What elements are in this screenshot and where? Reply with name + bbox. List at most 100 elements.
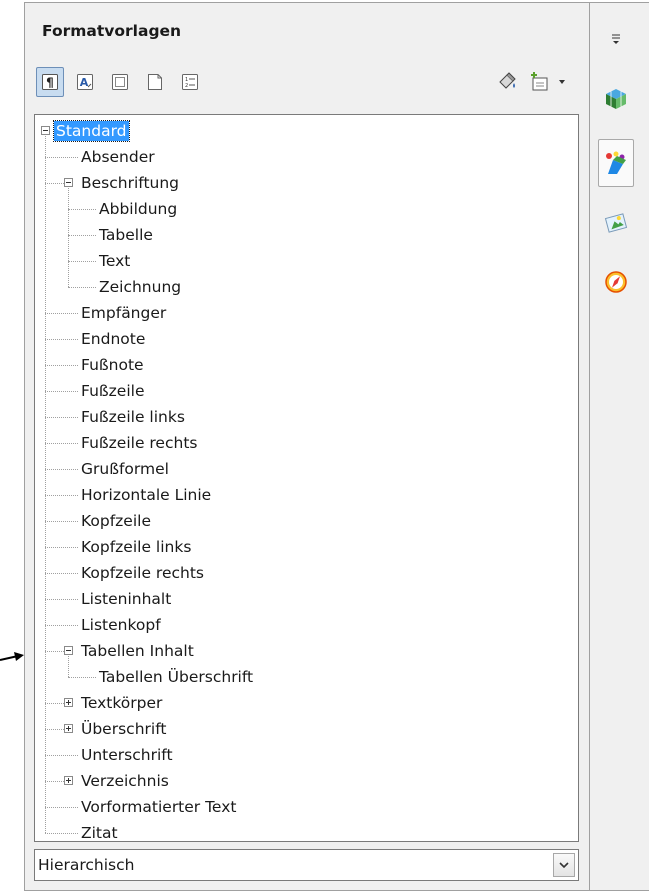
style-item-tabellen-inhalt[interactable]: Tabellen Inhalt [79,638,196,664]
dropdown-arrow-icon [559,80,565,84]
tree-connector [45,417,78,418]
style-item-ueberschrift[interactable]: Überschrift [79,716,168,742]
collapse-icon[interactable] [64,646,73,655]
style-item-label: Fußzeile links [81,408,185,426]
style-item-label: Listenkopf [81,616,161,634]
style-tree[interactable]: Standard Absender Beschriftung Abbildung Tab… [34,114,579,842]
navigator-compass-icon [605,271,627,293]
style-item-beschriftung[interactable]: Beschriftung [79,170,181,196]
gallery-deck-button[interactable] [598,205,634,241]
tree-connector [45,547,78,548]
character-styles-icon: A [77,74,93,90]
tree-connector [45,599,78,600]
style-item-label: Fußnote [81,356,144,374]
style-item-fusszeile[interactable]: Fußzeile [79,378,146,404]
tree-connector [45,703,64,704]
tree-connector [68,188,69,287]
style-item-abbildung[interactable]: Abbildung [97,196,179,222]
style-item-kopfzeile[interactable]: Kopfzeile [79,508,153,534]
tree-connector [45,573,78,574]
sidebar-menu-button[interactable] [598,21,634,57]
style-filter-dropdown-button[interactable] [553,853,575,877]
style-item-kopfzeile-links[interactable]: Kopfzeile links [79,534,193,560]
character-styles-button[interactable]: A [71,67,99,97]
style-item-label: Kopfzeile [81,512,151,530]
style-item-label: Zitat [81,824,118,842]
expand-icon[interactable] [64,776,73,785]
properties-deck-button[interactable] [598,81,634,117]
tree-connector [68,677,96,678]
tree-connector [45,651,64,652]
expand-icon[interactable] [64,698,73,707]
style-item-label: Vorformatierter Text [81,798,237,816]
style-item-unterschrift[interactable]: Unterschrift [79,742,175,768]
page-styles-button[interactable] [141,67,169,97]
paragraph-styles-icon: ¶ [42,74,58,90]
style-item-grussformel[interactable]: Grußformel [79,456,171,482]
style-item-fusszeile-links[interactable]: Fußzeile links [79,404,187,430]
sidebar-menu-icon [612,34,620,44]
style-item-listenkopf[interactable]: Listenkopf [79,612,163,638]
properties-cube-icon [606,89,626,109]
style-item-tabellen-ueberschrift[interactable]: Tabellen Überschrift [97,664,255,690]
paragraph-styles-button[interactable]: ¶ [36,67,64,97]
style-item-textkoerper[interactable]: Textkörper [79,690,164,716]
style-item-label: Fußzeile rechts [81,434,198,452]
tree-connector [45,625,78,626]
style-filter-select[interactable]: Hierarchisch [34,849,579,881]
style-item-label: Fußzeile [81,382,145,400]
style-item-listeninhalt[interactable]: Listeninhalt [79,586,173,612]
tree-connector [45,521,78,522]
style-item-zeichnung[interactable]: Zeichnung [97,274,183,300]
style-item-verzeichnis[interactable]: Verzeichnis [79,768,171,794]
new-style-button[interactable] [525,67,555,97]
style-item-label: Tabellen Inhalt [81,642,194,660]
list-styles-button[interactable]: 1 2 [176,67,204,97]
tree-connector [45,157,78,158]
style-item-empfaenger[interactable]: Empfänger [79,300,168,326]
tree-connector [45,807,78,808]
style-item-label: Absender [81,148,155,166]
svg-text:2: 2 [185,83,188,89]
style-item-label: Beschriftung [81,174,180,192]
tree-connector [45,443,78,444]
tree-connector [45,339,78,340]
svg-text:¶: ¶ [46,76,54,90]
style-item-kopfzeile-rechts[interactable]: Kopfzeile rechts [79,560,206,586]
style-filter-value: Hierarchisch [38,856,135,874]
navigator-deck-button[interactable] [598,264,634,300]
style-item-label: Überschrift [81,720,167,738]
style-item-fussnote[interactable]: Fußnote [79,352,146,378]
expand-icon[interactable] [64,724,73,733]
chevron-down-icon [559,861,569,868]
style-item-label: Abbildung [99,200,178,218]
fill-format-mode-button[interactable] [493,67,523,97]
style-item-zitat[interactable]: Zitat [79,820,120,842]
tree-connector [45,729,64,730]
style-item-label: Verzeichnis [81,772,169,790]
styles-deck-button[interactable] [598,139,634,187]
style-item-endnote[interactable]: Endnote [79,326,147,352]
style-item-label: Kopfzeile links [81,538,192,556]
style-item-tabelle[interactable]: Tabelle [97,222,155,248]
style-item-text[interactable]: Text [97,248,132,274]
style-item-label: Empfänger [81,304,167,322]
new-style-dropdown[interactable] [555,67,569,97]
style-item-absender[interactable]: Absender [79,144,157,170]
tree-connector [68,287,96,288]
tree-connector [68,656,69,677]
tree-connector [68,209,96,210]
style-item-fusszeile-rechts[interactable]: Fußzeile rechts [79,430,199,456]
styles-toolbar: ¶ A 1 2 [25,67,589,107]
page-styles-icon [148,74,162,90]
collapse-icon[interactable] [64,178,73,187]
style-item-standard[interactable]: Standard [53,118,130,144]
style-item-label: Endnote [81,330,146,348]
tree-connector [68,261,96,262]
style-item-horizontale-linie[interactable]: Horizontale Linie [79,482,213,508]
collapse-icon[interactable] [41,126,50,135]
style-item-label: Kopfzeile rechts [81,564,204,582]
new-style-icon [531,72,548,91]
style-item-vorformatierter-text[interactable]: Vorformatierter Text [79,794,238,820]
frame-styles-button[interactable] [106,67,134,97]
